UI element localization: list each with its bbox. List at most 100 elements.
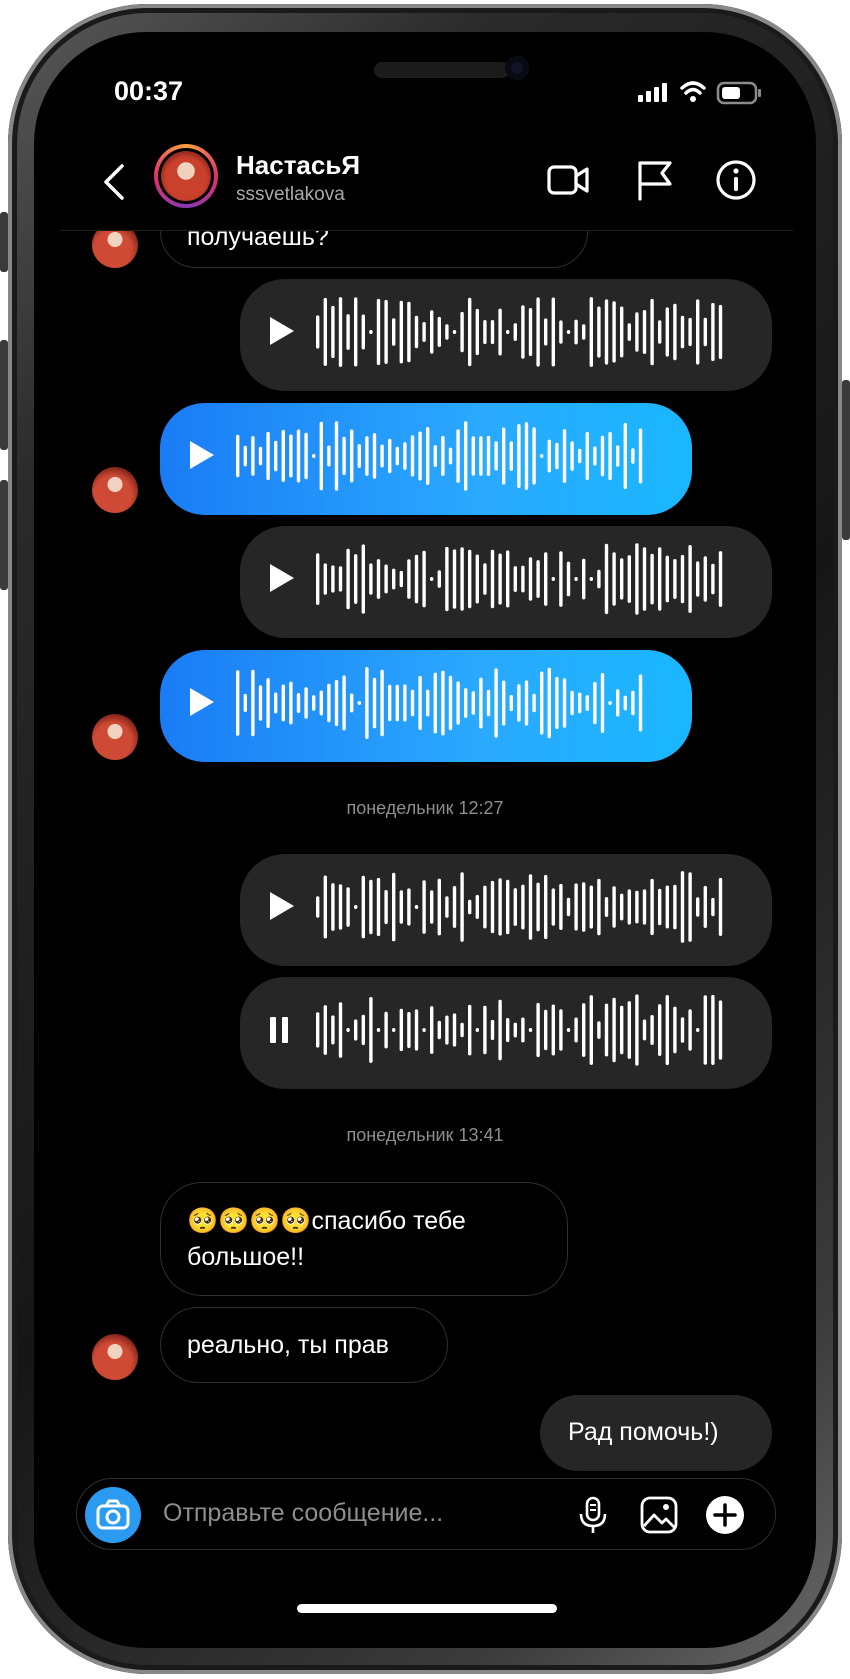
voice-message-outgoing[interactable] bbox=[240, 279, 772, 391]
waveform-bar bbox=[410, 689, 415, 717]
voice-message-outgoing[interactable] bbox=[240, 854, 772, 966]
waveform-bar bbox=[540, 671, 544, 735]
waveform-bar bbox=[578, 692, 582, 714]
waveform-bar bbox=[350, 693, 354, 713]
waveform-bar bbox=[562, 429, 567, 483]
message-bubble-incoming[interactable]: 🥺🥺🥺🥺спасибо тебе большое!! bbox=[160, 1182, 568, 1296]
waveform-bar bbox=[665, 995, 669, 1066]
voice-message-outgoing-playing[interactable] bbox=[240, 977, 772, 1089]
waveform-bar bbox=[528, 874, 533, 940]
waveform-bar bbox=[372, 677, 377, 729]
waveform-bar bbox=[365, 667, 369, 739]
waveform-bar bbox=[597, 1021, 601, 1039]
plus-icon[interactable] bbox=[705, 1495, 745, 1535]
play-icon[interactable] bbox=[190, 441, 214, 469]
waveform-bar bbox=[376, 877, 381, 937]
waveform-bar bbox=[456, 681, 460, 725]
play-icon[interactable] bbox=[190, 688, 214, 716]
back-icon[interactable] bbox=[100, 162, 130, 202]
waveform-bar bbox=[376, 298, 381, 366]
voice-message-outgoing[interactable] bbox=[240, 526, 772, 638]
play-icon[interactable] bbox=[270, 317, 294, 345]
waveform-bar bbox=[296, 693, 301, 713]
waveform-bar bbox=[562, 678, 567, 728]
waveform-bar bbox=[711, 897, 715, 917]
voice-message-incoming[interactable] bbox=[160, 650, 692, 762]
waveform-bar bbox=[559, 1009, 563, 1051]
waveform-bar bbox=[517, 424, 521, 488]
waveform-bar bbox=[338, 884, 343, 930]
waveform-bar bbox=[490, 1019, 495, 1041]
waveform-bar bbox=[608, 432, 612, 481]
waveform-bar bbox=[620, 306, 624, 358]
waveform-bar bbox=[574, 577, 578, 581]
waveform-bar bbox=[361, 544, 365, 614]
waveform-bar bbox=[582, 324, 586, 340]
waveform-bar bbox=[236, 670, 240, 736]
waveform-bar bbox=[319, 421, 323, 491]
waveform-bar bbox=[635, 994, 639, 1066]
waveform-bar bbox=[506, 330, 510, 334]
header-avatar[interactable] bbox=[154, 144, 218, 208]
waveform-bar bbox=[498, 878, 502, 936]
waveform-bar bbox=[536, 560, 540, 598]
waveform-bar bbox=[718, 877, 723, 936]
waveform-bar bbox=[673, 559, 677, 599]
waveform-bar bbox=[490, 880, 495, 934]
message-thread: получаешь? понедельник 12:27 понедельник… bbox=[0, 0, 850, 1679]
waveform-bar bbox=[468, 549, 472, 609]
waveform-bar bbox=[650, 1015, 654, 1045]
contact-username[interactable]: sssvetlakova bbox=[236, 184, 345, 206]
home-indicator[interactable] bbox=[297, 1604, 557, 1613]
waveform-bar bbox=[430, 577, 434, 581]
flag-icon[interactable] bbox=[632, 158, 676, 202]
waveform-bar bbox=[680, 1017, 685, 1043]
waveform-bar bbox=[384, 299, 388, 364]
waveform-bar bbox=[631, 690, 635, 716]
waveform-bar bbox=[620, 1005, 624, 1055]
play-icon[interactable] bbox=[270, 564, 294, 592]
waveform-bar bbox=[566, 1028, 571, 1032]
waveform-bar bbox=[688, 1009, 692, 1051]
waveform-bar bbox=[490, 549, 495, 609]
message-bubble-incoming[interactable]: реально, ты прав bbox=[160, 1307, 448, 1383]
waveform-bar bbox=[468, 297, 472, 367]
waveform-bar bbox=[673, 884, 677, 930]
waveform-bar bbox=[422, 880, 426, 934]
play-icon[interactable] bbox=[270, 892, 294, 920]
waveform-bar bbox=[468, 899, 472, 915]
waveform-bar bbox=[441, 435, 445, 476]
waveform-bar bbox=[414, 1009, 419, 1051]
waveform-bar bbox=[555, 676, 559, 729]
waveform-bar bbox=[536, 882, 540, 932]
voice-message-incoming[interactable] bbox=[160, 403, 692, 515]
waveform-bar bbox=[304, 432, 308, 480]
waveform-bar bbox=[369, 330, 373, 334]
message-bubble-outgoing[interactable]: Рад помочь!) bbox=[540, 1395, 772, 1471]
waveform-bar bbox=[551, 888, 555, 926]
profile-photo bbox=[161, 151, 211, 201]
waveform-bar bbox=[456, 429, 460, 483]
waveform-bar bbox=[475, 308, 479, 356]
waveform-bar bbox=[559, 883, 563, 930]
waveform-bar bbox=[392, 318, 396, 346]
avatar bbox=[92, 714, 138, 760]
waveform-bar bbox=[399, 300, 403, 364]
message-input[interactable]: Отправьте сообщение... bbox=[163, 1499, 443, 1528]
waveform-bar bbox=[528, 1028, 533, 1032]
waveform-bar bbox=[718, 304, 723, 360]
contact-name[interactable]: НастасьЯ bbox=[236, 150, 360, 181]
waveform-bar bbox=[597, 878, 601, 936]
camera-button[interactable] bbox=[85, 1487, 141, 1543]
microphone-icon[interactable] bbox=[573, 1495, 613, 1535]
waveform-bar bbox=[418, 675, 422, 731]
pause-icon[interactable] bbox=[270, 1017, 290, 1043]
avatar-ring-gap bbox=[158, 148, 214, 204]
waveform-bar bbox=[506, 1018, 510, 1043]
gallery-icon[interactable] bbox=[639, 1495, 679, 1535]
info-icon[interactable] bbox=[714, 158, 758, 202]
video-call-icon[interactable] bbox=[546, 158, 590, 202]
waveform-bar bbox=[536, 297, 540, 367]
waveform-bar bbox=[688, 545, 692, 613]
waveform-bar bbox=[422, 1028, 426, 1032]
